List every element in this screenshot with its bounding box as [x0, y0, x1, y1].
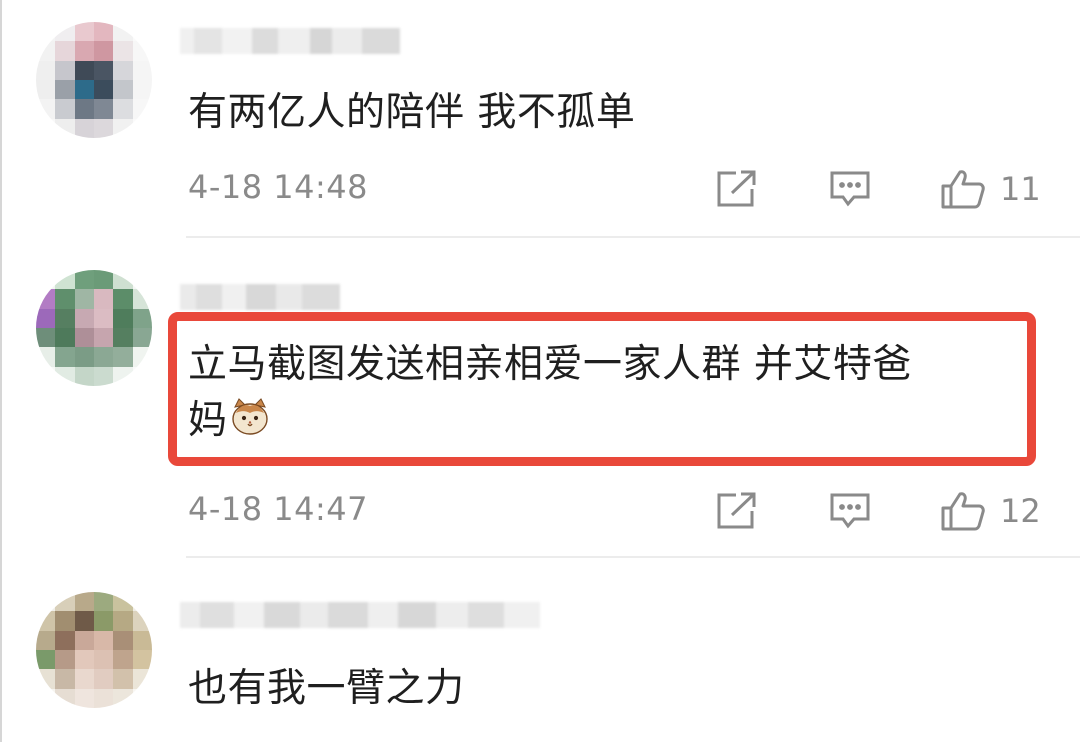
like-count: 12: [1000, 492, 1041, 530]
divider: [186, 556, 1080, 558]
comment-text: 有两亿人的陪伴 我不孤单: [188, 90, 636, 135]
share-icon: [714, 169, 758, 209]
username-blurred[interactable]: [180, 602, 540, 628]
avatar[interactable]: [36, 270, 152, 386]
comment-text: 也有我一臂之力: [188, 666, 465, 711]
avatar-pixelated: [36, 22, 152, 138]
avatar[interactable]: [36, 592, 152, 708]
share-icon: [714, 491, 758, 531]
comment-icon: [828, 169, 872, 209]
thumbs-up-icon: [940, 168, 986, 210]
avatar-pixelated: [36, 270, 152, 386]
reply-button[interactable]: [828, 166, 872, 212]
highlight-annotation-box: [168, 312, 1036, 466]
comment-meta: 4-18 14:47 12: [188, 488, 1048, 534]
comment-icon: [828, 491, 872, 531]
reply-button[interactable]: [828, 488, 872, 534]
comment-meta: 4-18 14:48 11: [188, 166, 1048, 212]
share-button[interactable]: [714, 166, 758, 212]
avatar[interactable]: [36, 22, 152, 138]
thumbs-up-icon: [940, 490, 986, 532]
avatar-pixelated: [36, 592, 152, 708]
like-button[interactable]: 11: [940, 166, 1041, 212]
username-blurred[interactable]: [180, 284, 340, 310]
username-blurred[interactable]: [180, 28, 400, 54]
like-count: 11: [1000, 170, 1041, 208]
divider: [186, 236, 1080, 238]
comment-item-1: 有两亿人的陪伴 我不孤单 4-18 14:48 11: [0, 0, 1080, 240]
share-button[interactable]: [714, 488, 758, 534]
comment-time: 4-18 14:48: [188, 168, 369, 206]
comment-item-3: 也有我一臂之力: [0, 560, 1080, 742]
like-button[interactable]: 12: [940, 488, 1041, 534]
comment-time: 4-18 14:47: [188, 490, 369, 528]
